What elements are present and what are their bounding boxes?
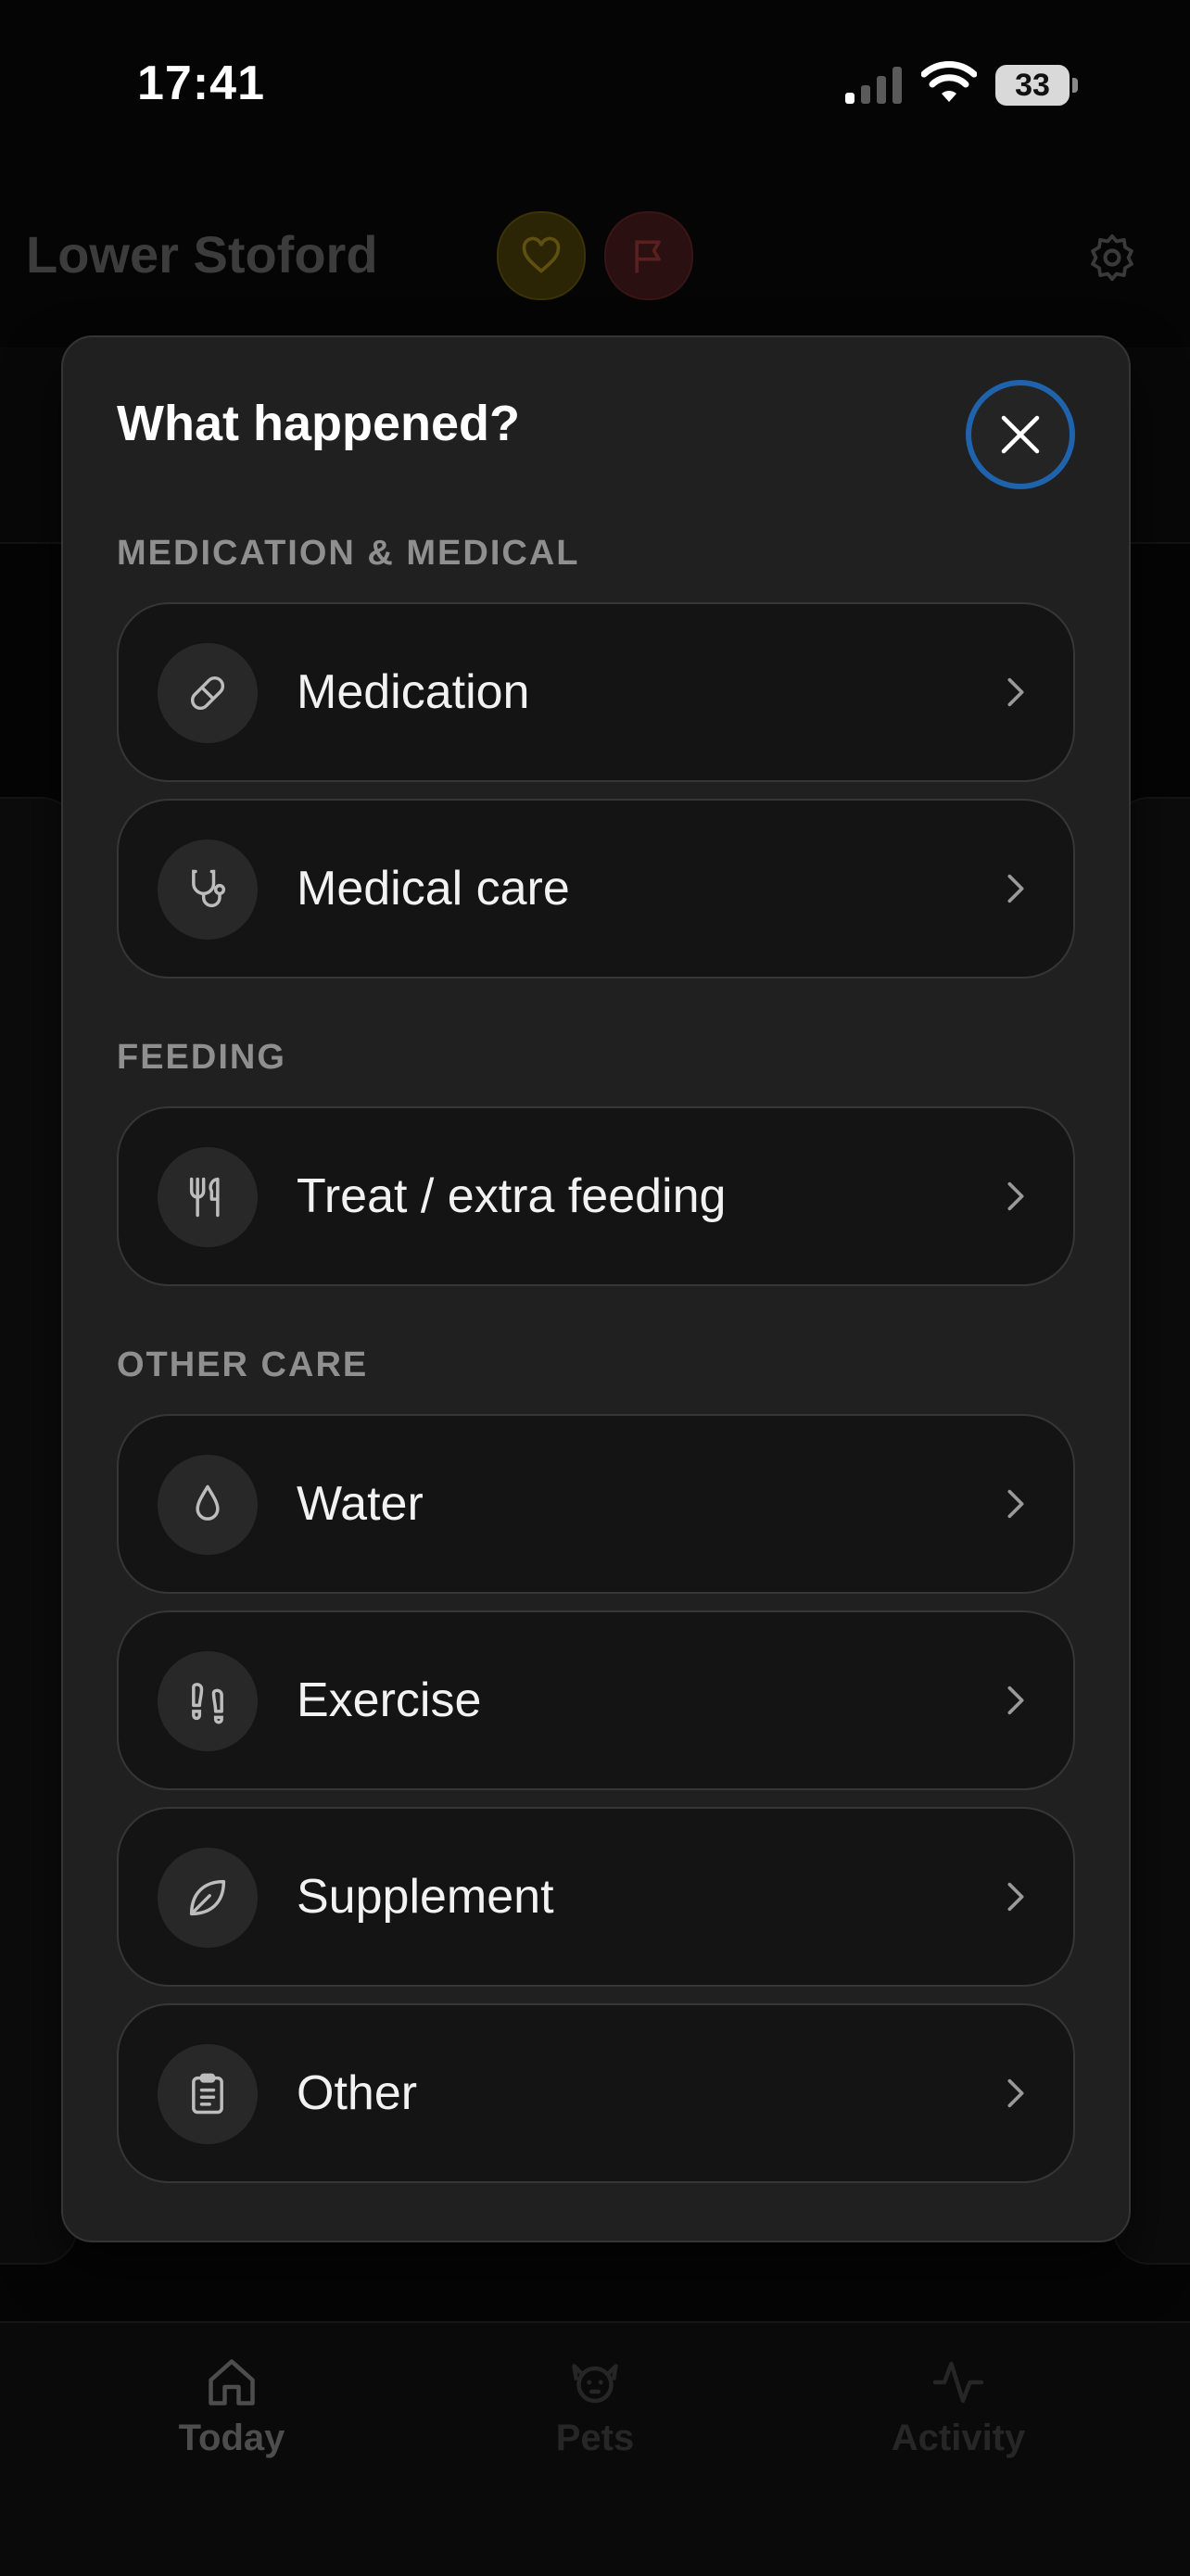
section-header-medical: MEDICATION & MEDICAL xyxy=(117,534,580,573)
chevron-right-icon xyxy=(1007,1489,1024,1519)
chevron-right-icon xyxy=(1007,677,1024,707)
battery-level: 33 xyxy=(1015,68,1050,103)
wifi-icon xyxy=(921,61,977,102)
leaf-icon xyxy=(158,1848,258,1948)
close-icon xyxy=(1001,415,1040,454)
option-label: Medication xyxy=(297,665,530,719)
what-happened-dialog: What happened? MEDICATION & MEDICAL Medi… xyxy=(61,335,1131,2242)
option-label: Treat / extra feeding xyxy=(297,1169,727,1223)
footprints-icon xyxy=(158,1651,258,1751)
tab-today[interactable]: Today xyxy=(33,2323,430,2508)
flag-button[interactable] xyxy=(604,211,693,300)
tab-label: Today xyxy=(178,2418,285,2458)
heart-icon xyxy=(522,236,561,273)
chevron-right-icon xyxy=(1007,2078,1024,2108)
chevron-right-icon xyxy=(1007,874,1024,903)
battery-icon: 33 xyxy=(995,65,1079,106)
status-time: 17:41 xyxy=(137,57,265,110)
chevron-right-icon xyxy=(1007,1181,1024,1211)
status-bar: 17:41 33 xyxy=(0,0,1190,176)
tab-bar: Today Pets Activity xyxy=(0,2321,1190,2576)
page-title: Lower Stoford xyxy=(26,225,378,284)
option-medication[interactable]: Medication xyxy=(117,602,1075,782)
fork-knife-icon xyxy=(158,1147,258,1247)
app-header: Lower Stoford xyxy=(0,176,1190,349)
favorite-button[interactable] xyxy=(497,211,586,300)
option-treat-extra-feeding[interactable]: Treat / extra feeding xyxy=(117,1106,1075,1286)
cellular-signal-icon xyxy=(845,67,902,104)
droplet-icon xyxy=(158,1455,258,1555)
option-label: Water xyxy=(297,1477,424,1531)
option-label: Medical care xyxy=(297,862,570,915)
tab-label: Activity xyxy=(891,2418,1026,2458)
section-header-feeding: FEEDING xyxy=(117,1038,286,1077)
chevron-right-icon xyxy=(1007,1882,1024,1912)
section-header-other-care: OTHER CARE xyxy=(117,1345,369,1384)
dialog-title: What happened? xyxy=(117,396,520,451)
tab-activity[interactable]: Activity xyxy=(760,2323,1157,2508)
option-label: Other xyxy=(297,2066,418,2120)
option-supplement[interactable]: Supplement xyxy=(117,1807,1075,1987)
option-label: Exercise xyxy=(297,1673,482,1727)
close-button[interactable] xyxy=(966,380,1075,489)
tab-label: Pets xyxy=(555,2418,635,2458)
chevron-right-icon xyxy=(1007,1686,1024,1715)
option-label: Supplement xyxy=(297,1870,554,1924)
option-water[interactable]: Water xyxy=(117,1414,1075,1594)
stethoscope-icon xyxy=(158,840,258,940)
option-exercise[interactable]: Exercise xyxy=(117,1610,1075,1790)
tab-pets[interactable]: Pets xyxy=(397,2323,793,2508)
dog-icon xyxy=(572,2364,618,2404)
pill-icon xyxy=(158,643,258,743)
option-other[interactable]: Other xyxy=(117,2003,1075,2183)
gear-icon[interactable] xyxy=(1086,232,1138,284)
home-icon xyxy=(209,2359,255,2406)
flag-icon xyxy=(635,240,661,273)
option-medical-care[interactable]: Medical care xyxy=(117,799,1075,979)
pulse-icon xyxy=(932,2361,984,2404)
clipboard-icon xyxy=(158,2044,258,2144)
